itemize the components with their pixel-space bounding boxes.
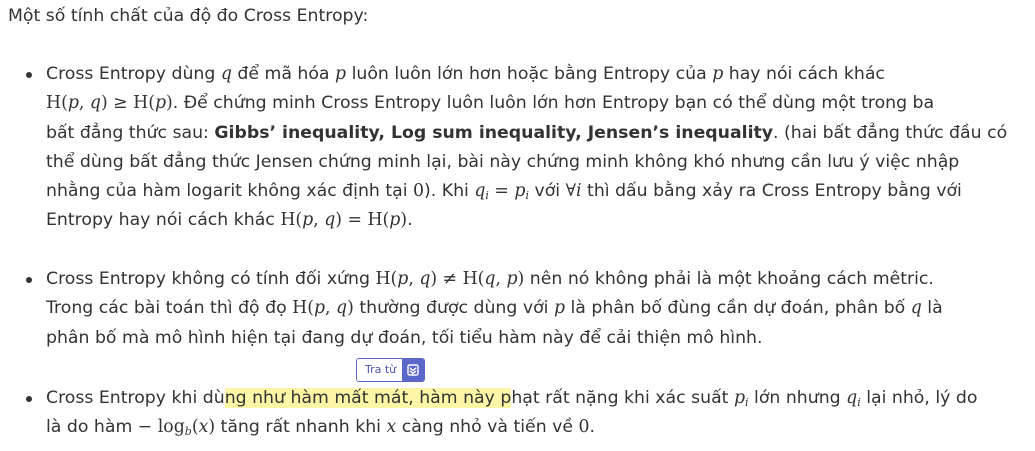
dictionary-icon[interactable] (402, 359, 425, 381)
text-run: . Để chứng minh Cross Entropy luôn luôn … (172, 93, 935, 114)
math-var: p (733, 388, 745, 408)
text-run: tăng rất nhanh khi (215, 417, 387, 438)
text-run: . (407, 210, 413, 231)
math-sep: , (313, 210, 325, 231)
math-fn: − log (137, 417, 185, 438)
math-var: p (514, 181, 526, 202)
math-op: = (488, 181, 515, 202)
math-fn: ) ≠ H( (430, 269, 485, 289)
lookup-tooltip[interactable]: Tra từ (356, 358, 426, 382)
math-var: q (220, 64, 232, 84)
math-var: q (336, 298, 348, 319)
text-run: phân bố mà mô hình hiện tại đang dự đoán… (46, 327, 763, 348)
text-run: thì dấu bằng xảy ra Cross Entropy bằng v… (581, 181, 962, 202)
text-run: là do hàm (46, 417, 138, 438)
text-run: . (hai bất đẳng thức đầu có (773, 122, 1008, 143)
math-fn: ) (166, 93, 173, 114)
text-line: nhằng của hàm logarit không xác định tại… (46, 177, 1031, 206)
text-line: phân bố mà mô hình hiện tại đang dự đoán… (46, 324, 1031, 353)
text-line: bất đẳng thức sau: Gibbs’ inequality, Lo… (46, 119, 1031, 148)
math-sub: b (184, 425, 192, 439)
bullet-icon (26, 395, 32, 402)
math-var: p (313, 298, 326, 319)
text-run: Entropy hay nói cách khác (46, 210, 281, 231)
text-run: hay nói cách khác (723, 64, 885, 84)
text-run: càng nhỏ và tiến về (396, 417, 579, 438)
text-run: là (921, 298, 943, 319)
text-line: H(p, q) ≥ H(p). Để chứng minh Cross Entr… (46, 89, 1031, 118)
math-fn: ) (347, 298, 354, 319)
chevron-stack-icon (407, 364, 419, 376)
math-var: p (506, 269, 518, 289)
inequality-names: Gibbs’ inequality, Log sum inequality, J… (214, 122, 774, 143)
text-line: Entropy hay nói cách khác H(p, q) = H(p)… (46, 206, 1031, 235)
text-line: là do hàm − logb(x) tăng rất nhanh khi x… (46, 413, 1031, 442)
math-fn: ( (191, 417, 199, 438)
text-run: nhằng của hàm logarit không xác định tại (46, 181, 414, 202)
math-num: 0 (413, 181, 425, 202)
math-var: p (553, 298, 566, 319)
text-run: để mã hóa (231, 64, 336, 84)
text-run: luôn luôn lớn hơn hoặc bằng Entropy của (346, 64, 713, 84)
text-run: là phân bố đùng cần dự đoán, phân bố (565, 298, 911, 319)
list-item: Cross Entropy không có tính đối xứng H(p… (26, 265, 1031, 353)
list-item: Cross Entropy khi dùng như hàm mất mát, … (26, 384, 1031, 443)
bullet-icon (26, 71, 32, 78)
math-op: ∀ (565, 181, 577, 202)
math-var: x (386, 417, 397, 438)
math-var: p (302, 210, 314, 231)
intro-text: Một số tính chất của độ đo Cross Entropy… (8, 6, 369, 26)
text-run: Cross Entropy dùng (46, 64, 221, 84)
list-item: Cross Entropy dùng q để mã hóa p luôn lu… (26, 60, 1031, 236)
text-line: Cross Entropy dùng q để mã hóa p luôn lu… (46, 60, 1031, 89)
math-fn: ) = H( (335, 210, 390, 231)
math-sep: , (408, 269, 420, 289)
text-line: Cross Entropy không có tính đối xứng H(p… (46, 265, 1031, 294)
math-var: p (389, 210, 401, 231)
math-var: p (154, 93, 167, 114)
math-var: q (419, 269, 431, 289)
math-sep: , (78, 93, 90, 114)
math-var: q (474, 181, 486, 202)
bullet-icon (26, 276, 32, 283)
text-run: với (528, 181, 566, 202)
text-line: Cross Entropy khi dùng như hàm mất mát, … (46, 384, 1031, 413)
math-fn: H( (292, 298, 314, 319)
text-run: ). Khi (424, 181, 475, 202)
math-var: p (67, 93, 79, 114)
text-line: Trong các bài toán thì độ đọ H(p, q) thư… (46, 294, 1031, 323)
math-fn: H( (46, 93, 68, 114)
text-run: nên nó không phải là một khoảng cách mêt… (524, 269, 934, 289)
math-var: q (846, 388, 858, 408)
highlighted-selection[interactable]: ng như hàm mất mát, hàm này p (224, 388, 512, 408)
text-run: thể dùng bất đẳng thức Jensen chứng minh… (46, 151, 960, 172)
text-run: Cross Entropy khi dù (46, 388, 225, 408)
math-sep: , (495, 269, 507, 289)
text-line: thể dùng bất đẳng thức Jensen chứng minh… (46, 148, 1031, 177)
math-fn: ) ≥ H( (100, 93, 155, 114)
text-run: Trong các bài toán thì độ đọ (46, 298, 293, 319)
math-var: x (198, 417, 209, 438)
math-var: q (324, 210, 336, 231)
text-run: hạt rất nặng khi xác suất (511, 388, 734, 408)
math-var: q (484, 269, 496, 289)
math-num: 0 (578, 417, 590, 438)
text-run: lớn nhưng (748, 388, 847, 408)
math-sep: , (325, 298, 337, 319)
math-fn: H( (280, 210, 303, 231)
math-var: p (712, 64, 724, 84)
text-run: Cross Entropy không có tính đối xứng (46, 269, 376, 289)
text-run: bất đẳng thức sau: (46, 122, 215, 143)
math-fn: H( (375, 269, 398, 289)
text-run: thường được dùng với (353, 298, 554, 319)
math-var: p (397, 269, 409, 289)
text-run: lại nhỏ, lý do (860, 388, 978, 408)
math-var: q (910, 298, 922, 319)
math-var: q (89, 93, 101, 114)
text-run: . (589, 417, 596, 438)
lookup-label[interactable]: Tra từ (357, 359, 403, 381)
math-var: p (335, 64, 347, 84)
